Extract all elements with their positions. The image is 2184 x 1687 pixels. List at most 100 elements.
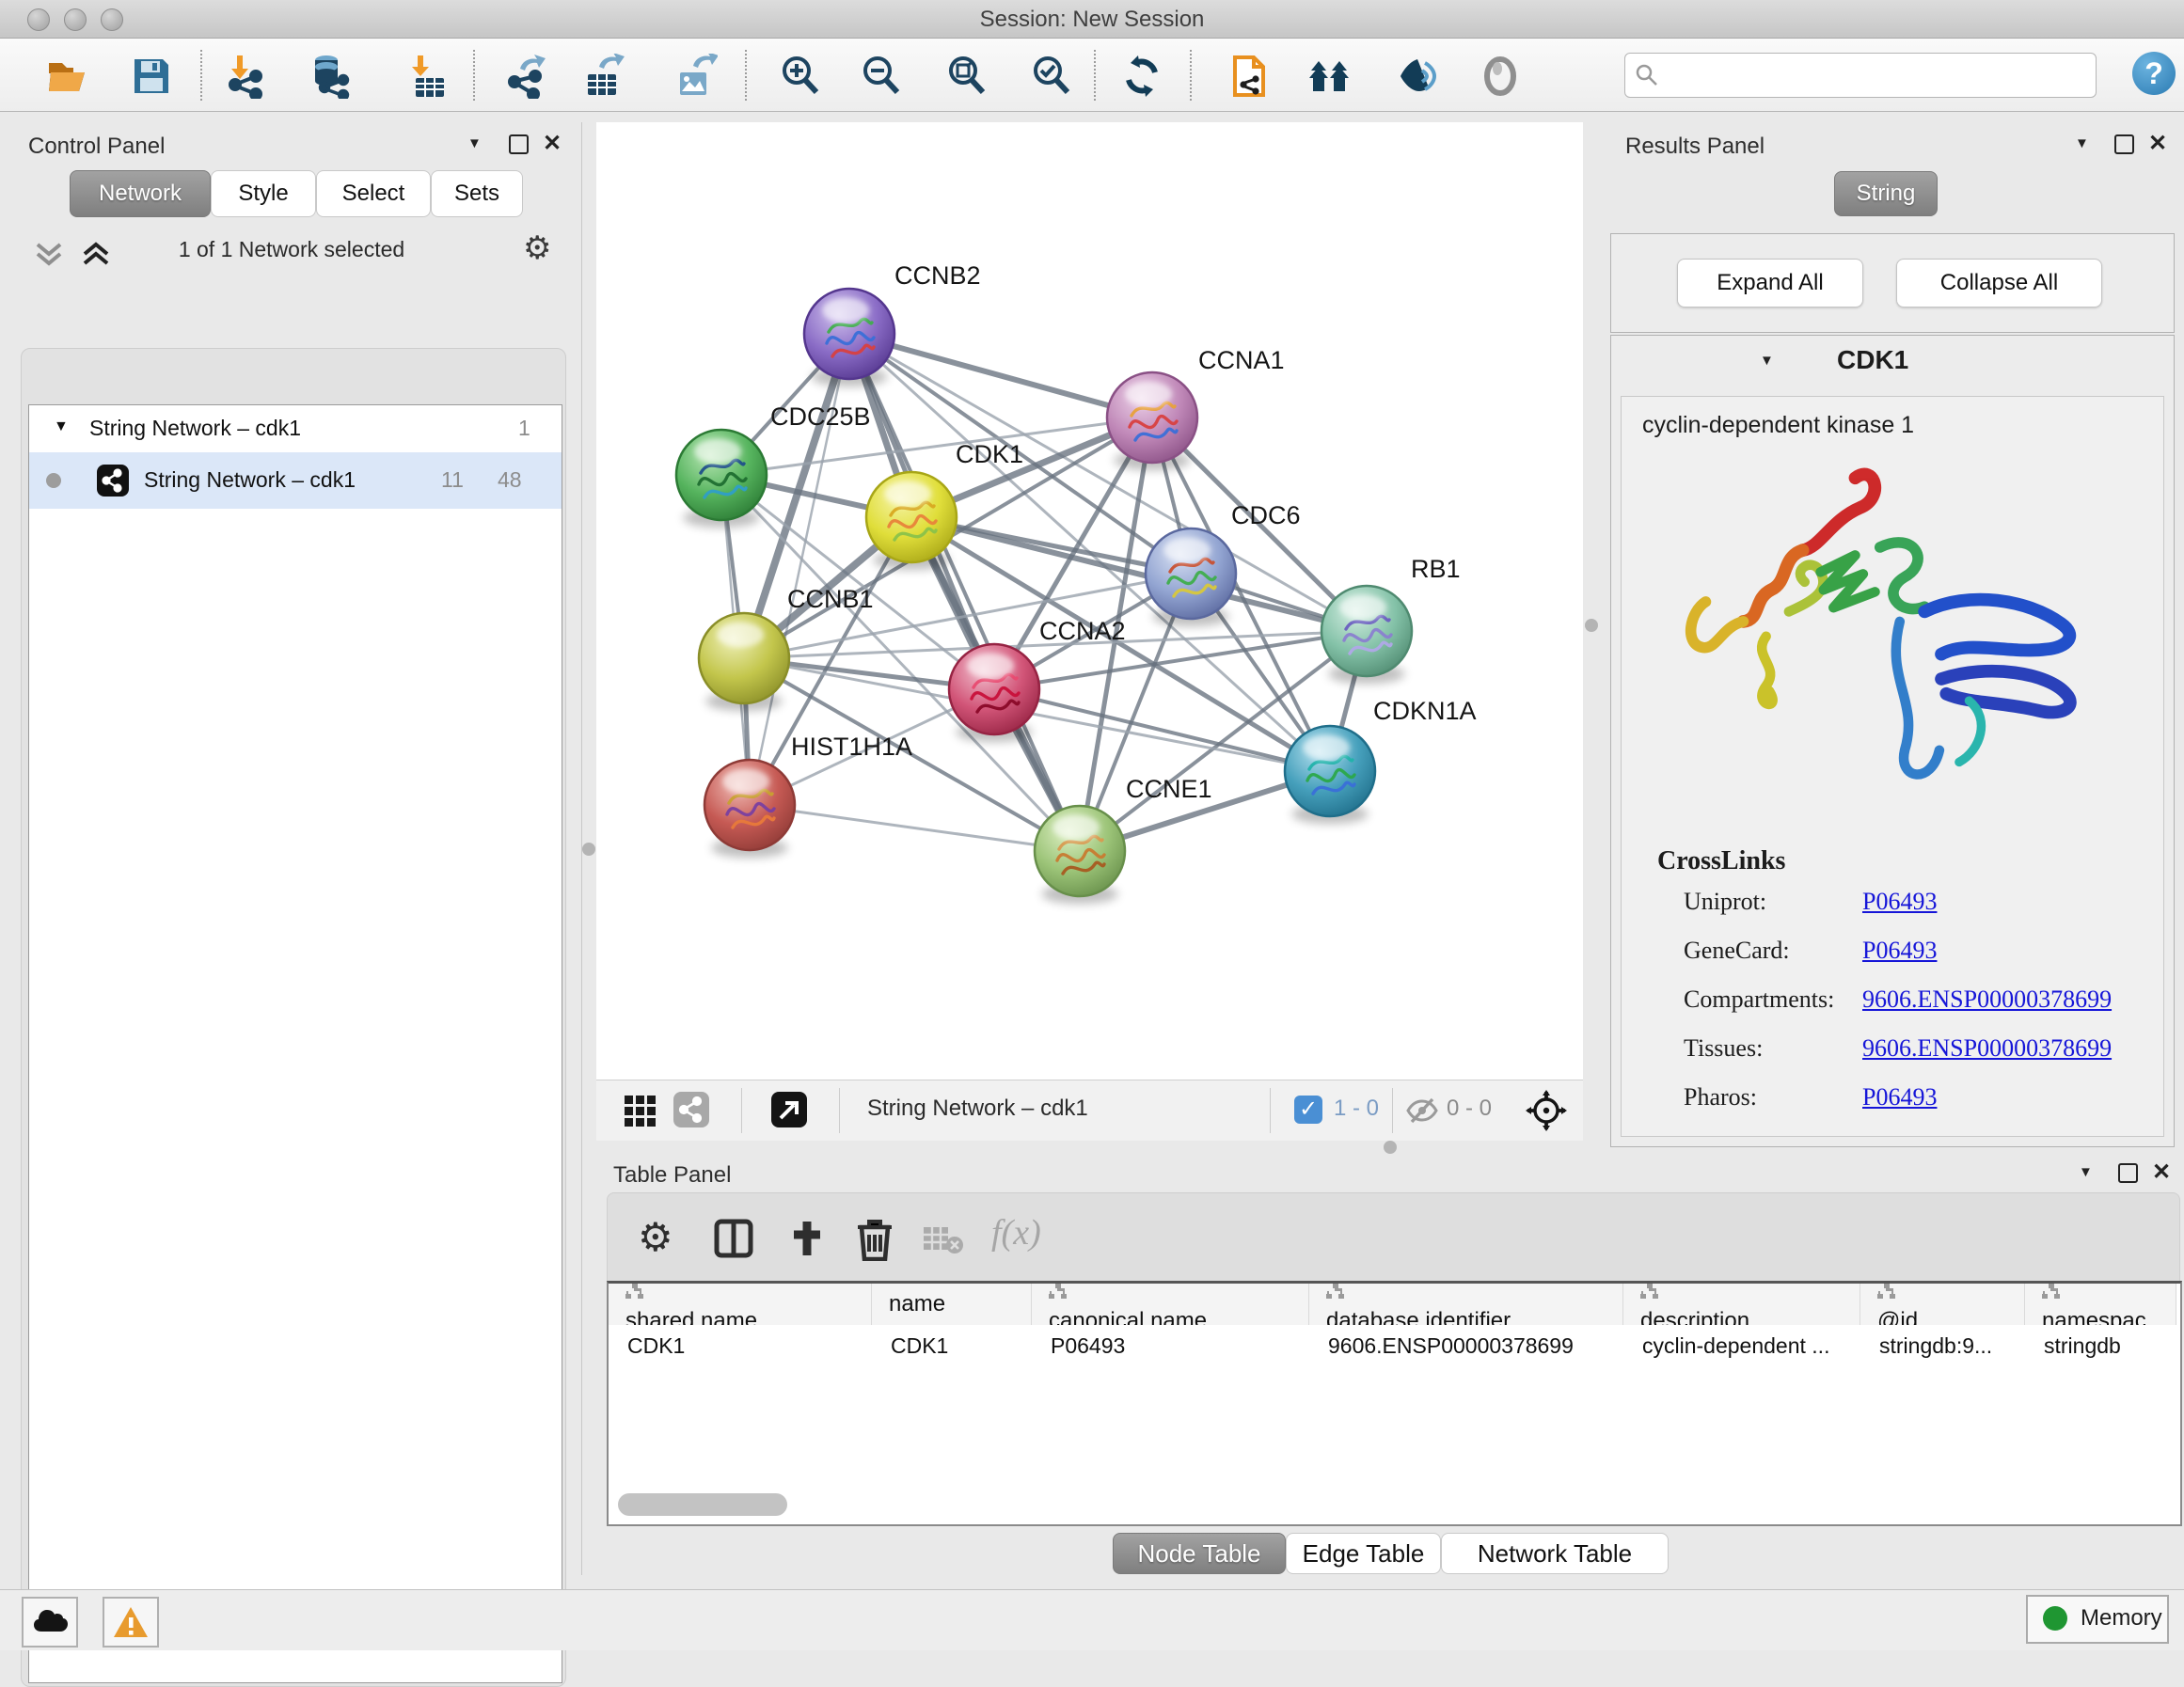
table-cell: CDK1 xyxy=(872,1325,1032,1366)
export-network-icon[interactable] xyxy=(503,54,548,99)
table-gear-icon[interactable]: ⚙ xyxy=(638,1214,673,1260)
export-table-icon[interactable] xyxy=(580,54,625,99)
expand-all-button[interactable]: Expand All xyxy=(1677,259,1863,307)
save-session-icon[interactable] xyxy=(129,54,174,99)
tree-expander-icon[interactable]: ▼ xyxy=(54,418,69,435)
left-splitter-handle[interactable] xyxy=(582,843,595,856)
column-header-canonical-name[interactable]: canonical name xyxy=(1032,1284,1309,1325)
network-tree: ▼ String Network – cdk1 1 String Network… xyxy=(28,404,562,1683)
apply-function-icon[interactable]: f(x) xyxy=(991,1212,1041,1253)
crosslink-link[interactable]: P06493 xyxy=(1862,888,1937,916)
tab-select[interactable]: Select xyxy=(316,170,431,217)
selected-checkbox-icon[interactable]: ✓ xyxy=(1294,1096,1322,1124)
zoom-out-icon[interactable] xyxy=(859,54,904,99)
right-splitter-handle[interactable] xyxy=(1585,619,1598,632)
import-table-file-icon[interactable] xyxy=(404,54,450,99)
table-row[interactable]: CDK1CDK1P064939606.ENSP00000378699cyclin… xyxy=(609,1325,2176,1371)
table-splitter-handle[interactable] xyxy=(1384,1141,1397,1154)
control-panel-float-icon[interactable] xyxy=(509,134,529,154)
table-horizontal-scrollbar[interactable] xyxy=(618,1493,787,1516)
collapse-all-button[interactable]: Collapse All xyxy=(1896,259,2102,307)
tab-network-table[interactable]: Network Table xyxy=(1441,1533,1669,1574)
network-collection-row[interactable]: ▼ String Network – cdk1 1 xyxy=(29,405,562,452)
column-header-database-identifier[interactable]: database identifier xyxy=(1309,1284,1623,1325)
string-home-icon[interactable] xyxy=(1308,54,1353,99)
results-panel-float-icon[interactable] xyxy=(2114,134,2134,154)
refresh-view-icon[interactable] xyxy=(1119,54,1164,99)
import-network-file-icon[interactable] xyxy=(224,54,269,99)
network-view-toolbar: String Network – cdk1 ✓ 1 - 0 0 - 0 xyxy=(596,1080,1583,1141)
gene-section-expander-icon[interactable]: ▼ xyxy=(1760,353,1774,369)
import-network-database-icon[interactable] xyxy=(306,54,351,99)
network-node-CCNA1[interactable]: CCNA1 xyxy=(1107,346,1285,470)
node-table[interactable]: shared namenamecanonical namedatabase id… xyxy=(607,1281,2182,1526)
network-edge-count: 48 xyxy=(498,467,522,493)
network-options-gear-icon[interactable]: ⚙ xyxy=(523,229,551,267)
memory-label: Memory xyxy=(2081,1597,2162,1640)
search-input[interactable] xyxy=(1624,53,2097,98)
crosslink-link[interactable]: P06493 xyxy=(1862,937,1937,965)
table-tabs: Node TableEdge TableNetwork Table xyxy=(1113,1533,1669,1574)
crosslink-label: GeneCard: xyxy=(1684,937,1862,965)
results-panel-close-icon[interactable]: ✕ xyxy=(2148,134,2167,153)
cloud-button[interactable] xyxy=(22,1597,78,1648)
protein-structure-image xyxy=(1650,453,2120,829)
presentation-mode-icon[interactable] xyxy=(1478,54,1523,99)
tab-node-table[interactable]: Node Table xyxy=(1113,1533,1286,1574)
table-panel-float-icon[interactable] xyxy=(2118,1163,2138,1183)
delete-column-icon[interactable] xyxy=(854,1216,895,1261)
tab-network[interactable]: Network xyxy=(70,170,211,217)
tab-string[interactable]: String xyxy=(1834,171,1938,216)
crosslink-link[interactable]: 9606.ENSP00000378699 xyxy=(1862,1034,2112,1063)
export-image-icon[interactable] xyxy=(673,54,718,99)
network-node-RB1[interactable]: RB1 xyxy=(1321,555,1461,684)
results-panel-collapse-icon[interactable]: ▼ xyxy=(2075,135,2089,151)
network-node-CCNB1[interactable]: CCNB1 xyxy=(699,585,874,711)
warning-button[interactable] xyxy=(103,1597,159,1648)
column-header--id[interactable]: @id xyxy=(1860,1284,2025,1325)
add-column-icon[interactable] xyxy=(786,1218,828,1259)
network-row[interactable]: String Network – cdk1 11 48 xyxy=(29,452,562,509)
network-edge[interactable] xyxy=(849,334,1080,851)
column-header-description[interactable]: description xyxy=(1623,1284,1860,1325)
window-titlebar: Session: New Session xyxy=(0,0,2184,39)
birdseye-crosshair-icon[interactable] xyxy=(1526,1090,1567,1131)
zoom-selected-icon[interactable] xyxy=(1029,54,1074,99)
network-edge[interactable] xyxy=(750,805,1080,851)
open-session-icon[interactable] xyxy=(45,54,90,99)
hidden-eye-icon[interactable] xyxy=(1405,1096,1439,1126)
share-view-icon[interactable] xyxy=(673,1092,709,1127)
delete-table-icon[interactable] xyxy=(922,1225,965,1255)
network-node-CDKN1A[interactable]: CDKN1A xyxy=(1285,697,1477,824)
control-panel-collapse-icon[interactable]: ▼ xyxy=(467,135,482,151)
tab-sets[interactable]: Sets xyxy=(431,170,523,217)
table-panel-collapse-icon[interactable]: ▼ xyxy=(2079,1164,2093,1180)
zoom-fit-icon[interactable] xyxy=(944,54,989,99)
memory-button[interactable]: Memory xyxy=(2026,1595,2169,1644)
show-columns-icon[interactable] xyxy=(713,1218,754,1259)
network-canvas[interactable]: CCNB2CCNA1CDC25BCDK1CDC6RB1CCNB1CCNA2CDK… xyxy=(596,122,1583,1080)
main-toolbar: ? xyxy=(0,39,2184,112)
crosslink-link[interactable]: P06493 xyxy=(1862,1083,1937,1112)
table-panel-close-icon[interactable]: ✕ xyxy=(2152,1163,2171,1182)
network-node-HIST1H1A[interactable]: HIST1H1A xyxy=(704,733,912,858)
column-header-namespac[interactable]: namespac xyxy=(2025,1284,2176,1325)
tab-edge-table[interactable]: Edge Table xyxy=(1286,1533,1441,1574)
control-panel-close-icon[interactable]: ✕ xyxy=(543,134,562,153)
open-file-network-icon[interactable] xyxy=(1227,54,1273,99)
open-in-window-icon[interactable] xyxy=(771,1092,807,1127)
tab-style[interactable]: Style xyxy=(211,170,316,217)
column-header-name[interactable]: name xyxy=(872,1284,1032,1325)
zoom-in-icon[interactable] xyxy=(778,54,823,99)
grid-view-icon[interactable] xyxy=(625,1096,657,1127)
crosslink-link[interactable]: 9606.ENSP00000378699 xyxy=(1862,985,2112,1014)
network-node-CDC25B[interactable]: CDC25B xyxy=(676,402,871,528)
help-button[interactable]: ? xyxy=(2132,52,2176,95)
network-node-CCNE1[interactable]: CCNE1 xyxy=(1035,775,1212,904)
toolbar-separator xyxy=(473,50,475,101)
network-node-CCNB2[interactable]: CCNB2 xyxy=(804,261,981,386)
collapse-all-icon[interactable] xyxy=(34,239,115,269)
collection-label: String Network – cdk1 xyxy=(89,416,301,441)
column-header-shared-name[interactable]: shared name xyxy=(609,1284,872,1325)
enhanced-graphics-icon[interactable] xyxy=(1397,54,1442,99)
